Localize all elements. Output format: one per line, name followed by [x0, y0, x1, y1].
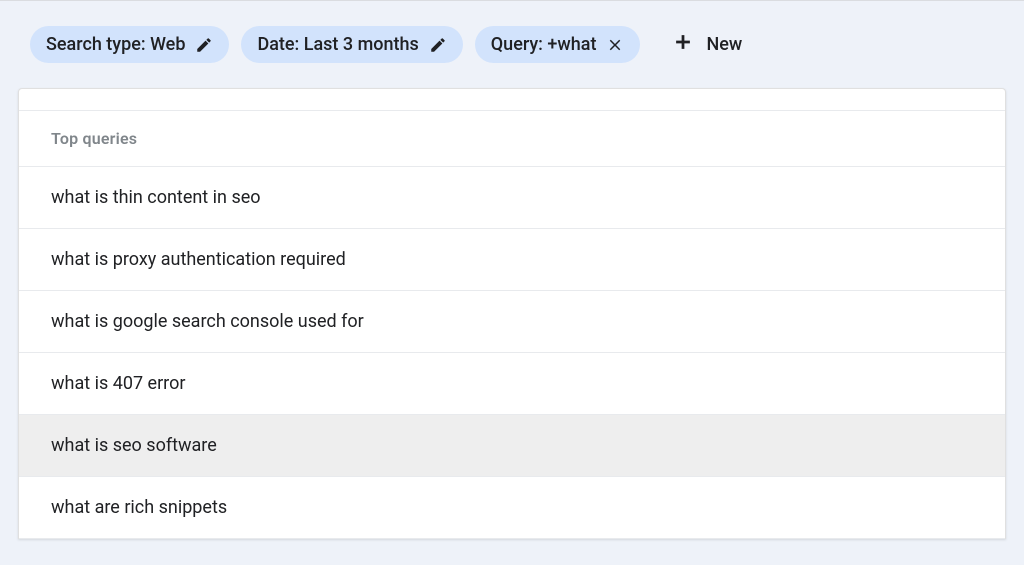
- table-row[interactable]: what is 407 error: [19, 353, 1005, 415]
- queries-card: Top queries what is thin content in seow…: [18, 88, 1006, 539]
- new-filter-label: New: [706, 34, 742, 55]
- pencil-icon: [429, 36, 447, 54]
- section-header[interactable]: Top queries: [19, 111, 1005, 167]
- filter-chip-label: Date: Last 3 months: [257, 34, 418, 55]
- table-row[interactable]: what are rich snippets: [19, 477, 1005, 539]
- filter-chip-date[interactable]: Date: Last 3 months: [241, 26, 462, 63]
- filter-chip-query[interactable]: Query: +what: [475, 26, 641, 63]
- filter-chip-label: Query: +what: [491, 34, 597, 55]
- table-row[interactable]: what is thin content in seo: [19, 167, 1005, 229]
- filter-chip-label: Search type: Web: [46, 34, 185, 55]
- new-filter-button[interactable]: New: [660, 23, 754, 66]
- table-row[interactable]: what is seo software: [19, 415, 1005, 477]
- table-row[interactable]: what is proxy authentication required: [19, 229, 1005, 291]
- table-row[interactable]: what is google search console used for: [19, 291, 1005, 353]
- plus-icon: [672, 31, 694, 58]
- close-icon[interactable]: [606, 36, 624, 54]
- filter-bar: Search type: Web Date: Last 3 months Que…: [0, 0, 1024, 88]
- filter-chip-search-type[interactable]: Search type: Web: [30, 26, 229, 63]
- query-list: what is thin content in seowhat is proxy…: [19, 167, 1005, 539]
- card-spacer: [19, 89, 1005, 111]
- pencil-icon: [195, 36, 213, 54]
